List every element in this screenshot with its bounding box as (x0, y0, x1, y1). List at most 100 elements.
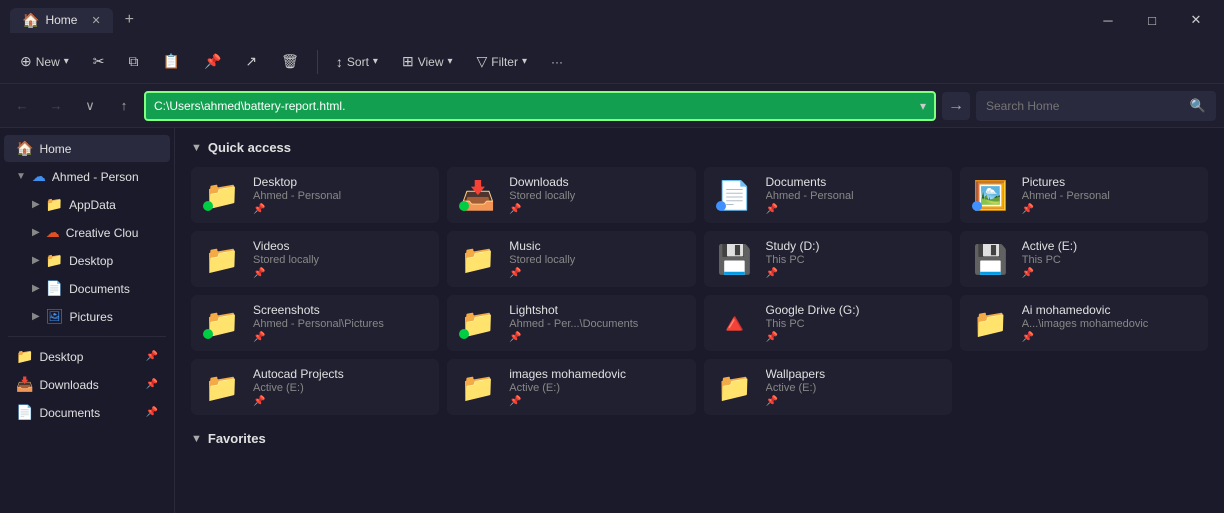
collapse-icon: ▼ (16, 171, 26, 182)
paste-button[interactable]: 📋 (153, 48, 190, 75)
sidebar-item-documents[interactable]: ▶ 📄 Documents (4, 275, 170, 302)
item-pin-icon: 📌 (509, 268, 685, 279)
copy-button[interactable]: ⧉ (119, 48, 149, 75)
folder-icon-wrapper: 📁 (970, 305, 1012, 341)
grid-item[interactable]: 📄DocumentsAhmed - Personal📌 (704, 167, 952, 223)
up-button[interactable]: ↑ (110, 92, 138, 120)
folder-icon-wrapper: 📥 (457, 177, 499, 213)
item-name: Pictures (1022, 175, 1198, 189)
address-input[interactable] (154, 99, 920, 113)
creative-cloud-icon: ☁ (46, 224, 60, 241)
sidebar-item-appdata[interactable]: ▶ 📁 AppData (4, 191, 170, 218)
quick-access-grid: 📁DesktopAhmed - Personal📌📥DownloadsStore… (191, 167, 1208, 415)
grid-item[interactable]: 💾Active (E:)This PC📌 (960, 231, 1208, 287)
sidebar-item-desktop[interactable]: ▶ 📁 Desktop (4, 247, 170, 274)
grid-item[interactable]: 🖼️PicturesAhmed - Personal📌 (960, 167, 1208, 223)
grid-item[interactable]: 💾Study (D:)This PC📌 (704, 231, 952, 287)
quick-access-header[interactable]: ▼ Quick access (191, 140, 1208, 155)
grid-item[interactable]: 📁Autocad ProjectsActive (E:)📌 (191, 359, 439, 415)
filter-button[interactable]: ▽ Filter ▾ (467, 48, 537, 75)
item-name: Desktop (253, 175, 429, 189)
sort-button[interactable]: ↕ Sort ▾ (326, 49, 388, 75)
item-sub: Ahmed - Per...\Documents (509, 318, 685, 330)
item-sub: A...\images mohamedovic (1022, 318, 1198, 330)
address-chevron-icon[interactable]: ▾ (920, 99, 926, 113)
sidebar-item-documents2[interactable]: 📄 Documents 📌 (4, 399, 170, 426)
minimize-button[interactable]: ─ (1090, 7, 1126, 33)
folder-icon: 📁 (46, 196, 63, 213)
sidebar-item-documents2-label: Documents (39, 406, 139, 420)
tab-label: Home (45, 13, 77, 27)
folder-icon-wrapper: 📁 (457, 305, 499, 341)
grid-item[interactable]: 🔺Google Drive (G:)This PC📌 (704, 295, 952, 351)
back-button[interactable]: ← (8, 92, 36, 120)
item-icon: 📁 (205, 371, 240, 404)
pictures-icon: 🖼 (46, 308, 64, 325)
folder-icon-wrapper: 📁 (457, 241, 499, 277)
pin-icon2: 📌 (146, 379, 158, 390)
grid-item[interactable]: 📁DesktopAhmed - Personal📌 (191, 167, 439, 223)
sidebar-item-desktop2[interactable]: 📁 Desktop 📌 (4, 343, 170, 370)
address-bar[interactable]: ▾ (144, 91, 936, 121)
clipboard-button[interactable]: 📌 (194, 48, 231, 75)
grid-item[interactable]: 📁WallpapersActive (E:)📌 (704, 359, 952, 415)
item-sub: Stored locally (509, 254, 685, 266)
tab-close-button[interactable]: ✕ (91, 14, 100, 27)
item-sub: Ahmed - Personal (253, 190, 429, 202)
search-input[interactable] (986, 99, 1184, 113)
delete-button[interactable]: 🗑 (271, 48, 309, 75)
share-button[interactable]: ↗ (235, 48, 267, 75)
item-name: Videos (253, 239, 429, 253)
sidebar-item-downloads-label: Downloads (39, 378, 139, 392)
item-sub: Ahmed - Personal (766, 190, 942, 202)
status-dot (716, 201, 726, 211)
close-button[interactable]: ✕ (1178, 7, 1214, 33)
cut-button[interactable]: ✂ (83, 48, 115, 75)
item-pin-icon: 📌 (509, 396, 685, 407)
grid-item[interactable]: 📁Ai mohamedovicA...\images mohamedovic📌 (960, 295, 1208, 351)
go-button[interactable]: → (942, 92, 970, 120)
grid-item[interactable]: 📥DownloadsStored locally📌 (447, 167, 695, 223)
maximize-button[interactable]: □ (1134, 7, 1170, 33)
forward-button[interactable]: → (42, 92, 70, 120)
more-button[interactable]: ··· (541, 50, 573, 74)
grid-item[interactable]: 📁 LightshotAhmed - Per...\Documents📌 (447, 295, 695, 351)
grid-item[interactable]: 📁ScreenshotsAhmed - Personal\Pictures📌 (191, 295, 439, 351)
sidebar-item-creative-cloud[interactable]: ▶ ☁ Creative Clou (4, 219, 170, 246)
home-tab-icon: 🏠 (22, 12, 39, 29)
recent-button[interactable]: ∨ (76, 92, 104, 120)
sidebar-item-documents-label: Documents (69, 282, 158, 296)
item-info: Study (D:)This PC📌 (766, 239, 942, 279)
folder-icon-wrapper: 💾 (970, 241, 1012, 277)
sidebar-item-downloads[interactable]: 📥 Downloads 📌 (4, 371, 170, 398)
grid-item[interactable]: 📁images mohamedovicActive (E:)📌 (447, 359, 695, 415)
grid-item[interactable]: 📁VideosStored locally📌 (191, 231, 439, 287)
item-name: Wallpapers (766, 367, 942, 381)
sidebar-item-desktop-label: Desktop (69, 254, 158, 268)
new-button[interactable]: ⊕ New ▾ (10, 48, 79, 75)
search-box[interactable]: 🔍 (976, 91, 1216, 121)
quick-access-label: Quick access (208, 140, 291, 155)
sidebar-item-home[interactable]: 🏠 Home (4, 135, 170, 162)
sort-icon: ↕ (336, 54, 343, 70)
item-name: Google Drive (G:) (766, 303, 942, 317)
grid-item[interactable]: 📁MusicStored locally📌 (447, 231, 695, 287)
sidebar-item-ahmed[interactable]: ▼ ☁ Ahmed - Person (4, 163, 170, 190)
favorites-chevron-icon: ▼ (191, 433, 202, 445)
window-controls: ─ □ ✕ (1090, 7, 1214, 33)
favorites-header[interactable]: ▼ Favorites (191, 431, 1208, 446)
item-sub: Stored locally (253, 254, 429, 266)
item-info: LightshotAhmed - Per...\Documents📌 (509, 303, 685, 343)
sidebar-item-pictures[interactable]: ▶ 🖼 Pictures (4, 303, 170, 330)
status-dot (203, 201, 213, 211)
item-info: VideosStored locally📌 (253, 239, 429, 279)
add-tab-button[interactable]: + (125, 11, 134, 29)
item-sub: Active (E:) (253, 382, 429, 394)
item-info: PicturesAhmed - Personal📌 (1022, 175, 1198, 215)
tab-home[interactable]: 🏠 Home ✕ (10, 8, 113, 33)
sidebar: 🏠 Home ▼ ☁ Ahmed - Person ▶ 📁 AppData ▶ … (0, 128, 175, 513)
item-name: Study (D:) (766, 239, 942, 253)
item-sub: Active (E:) (766, 382, 942, 394)
item-pin-icon: 📌 (766, 332, 942, 343)
view-button[interactable]: ⊞ View ▾ (392, 48, 463, 75)
